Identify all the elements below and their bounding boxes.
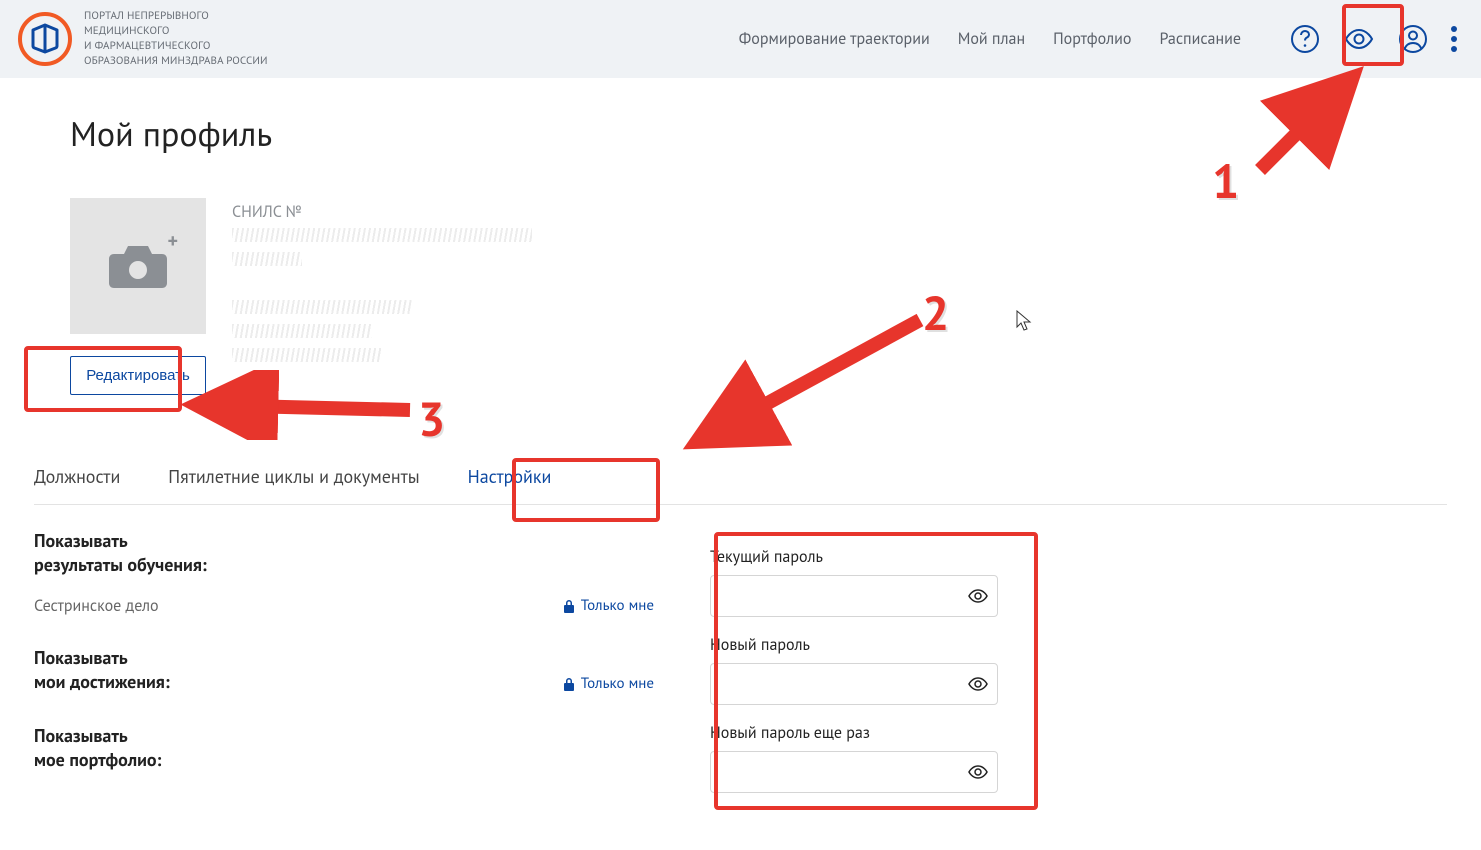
more-menu-icon[interactable] xyxy=(1449,20,1459,58)
main-nav: Формирование траектории Мой план Портфол… xyxy=(739,20,1459,58)
eye-icon[interactable] xyxy=(968,762,988,782)
nav-my-plan[interactable]: Мой план xyxy=(958,29,1025,49)
main-content: Мой профиль + Редактировать СНИЛС № Долж… xyxy=(0,78,1481,833)
help-icon[interactable] xyxy=(1287,21,1323,57)
nav-schedule[interactable]: Расписание xyxy=(1159,29,1241,49)
logo-block: ПОРТАЛ НЕПРЕРЫВНОГО МЕДИЦИНСКОГО И ФАРМА… xyxy=(18,9,268,68)
nav-portfolio[interactable]: Портфолио xyxy=(1053,29,1131,49)
visibility-icon[interactable] xyxy=(1341,21,1377,57)
results-visibility-block: Показывать результаты обучения: Сестринс… xyxy=(34,529,654,616)
cursor-icon xyxy=(1016,310,1032,332)
nav-trajectory[interactable]: Формирование траектории xyxy=(739,29,930,49)
redacted-text xyxy=(232,252,302,266)
eye-icon[interactable] xyxy=(968,674,988,694)
redacted-text xyxy=(232,324,372,338)
lock-icon xyxy=(563,599,575,613)
redacted-text xyxy=(232,300,412,314)
tab-settings[interactable]: Настройки xyxy=(468,451,552,504)
new-password-again-input[interactable] xyxy=(710,751,998,793)
password-change-panel: Текущий пароль Новый пароль xyxy=(694,529,1014,833)
portfolio-visibility-title: Показывать мое портфолио: xyxy=(34,724,654,773)
nav-icons xyxy=(1287,20,1459,58)
eye-icon[interactable] xyxy=(968,586,988,606)
results-visibility-title: Показывать результаты обучения: xyxy=(34,529,654,578)
achievements-visibility-title: Показывать мои достижения: Только мне xyxy=(34,646,654,695)
nursing-label: Сестринское дело xyxy=(34,596,159,616)
current-password-input[interactable] xyxy=(710,575,998,617)
new-password-again-group: Новый пароль еще раз xyxy=(710,723,998,793)
profile-summary: + Редактировать СНИЛС № xyxy=(70,198,1447,395)
page-title: Мой профиль xyxy=(70,112,1447,156)
snils-label: СНИЛС № xyxy=(232,202,532,222)
new-password-group: Новый пароль xyxy=(710,635,998,705)
redacted-text xyxy=(232,228,532,242)
avatar-placeholder[interactable]: + xyxy=(70,198,206,334)
only-me-chip[interactable]: Только мне xyxy=(563,596,654,615)
visibility-settings: Показывать результаты обучения: Сестринс… xyxy=(34,529,654,833)
new-password-label: Новый пароль xyxy=(710,635,998,655)
current-password-label: Текущий пароль xyxy=(710,547,998,567)
profile-info: СНИЛС № xyxy=(232,198,532,372)
settings-panel: Показывать результаты обучения: Сестринс… xyxy=(34,529,1447,833)
profile-tabs: Должности Пятилетние циклы и документы Н… xyxy=(34,451,1447,505)
plus-icon: + xyxy=(167,228,178,254)
new-password-again-label: Новый пароль еще раз xyxy=(710,723,998,743)
edit-button[interactable]: Редактировать xyxy=(70,356,206,395)
camera-icon xyxy=(108,242,168,290)
app-header: ПОРТАЛ НЕПРЕРЫВНОГО МЕДИЦИНСКОГО И ФАРМА… xyxy=(0,0,1481,78)
only-me-chip[interactable]: Только мне xyxy=(563,674,654,694)
results-nursing-item: Сестринское дело Только мне xyxy=(34,596,654,616)
achievements-visibility-block: Показывать мои достижения: Только мне xyxy=(34,646,654,695)
portfolio-visibility-block: Показывать мое портфолио: xyxy=(34,724,654,773)
avatar-column: + Редактировать xyxy=(70,198,206,395)
logo-icon xyxy=(18,12,72,66)
logo-text: ПОРТАЛ НЕПРЕРЫВНОГО МЕДИЦИНСКОГО И ФАРМА… xyxy=(84,9,268,68)
redacted-text xyxy=(232,348,382,362)
tab-cycles[interactable]: Пятилетние циклы и документы xyxy=(168,451,419,504)
tab-positions[interactable]: Должности xyxy=(34,451,120,504)
new-password-input[interactable] xyxy=(710,663,998,705)
lock-icon xyxy=(563,677,575,691)
profile-icon[interactable] xyxy=(1395,21,1431,57)
current-password-group: Текущий пароль xyxy=(710,547,998,617)
